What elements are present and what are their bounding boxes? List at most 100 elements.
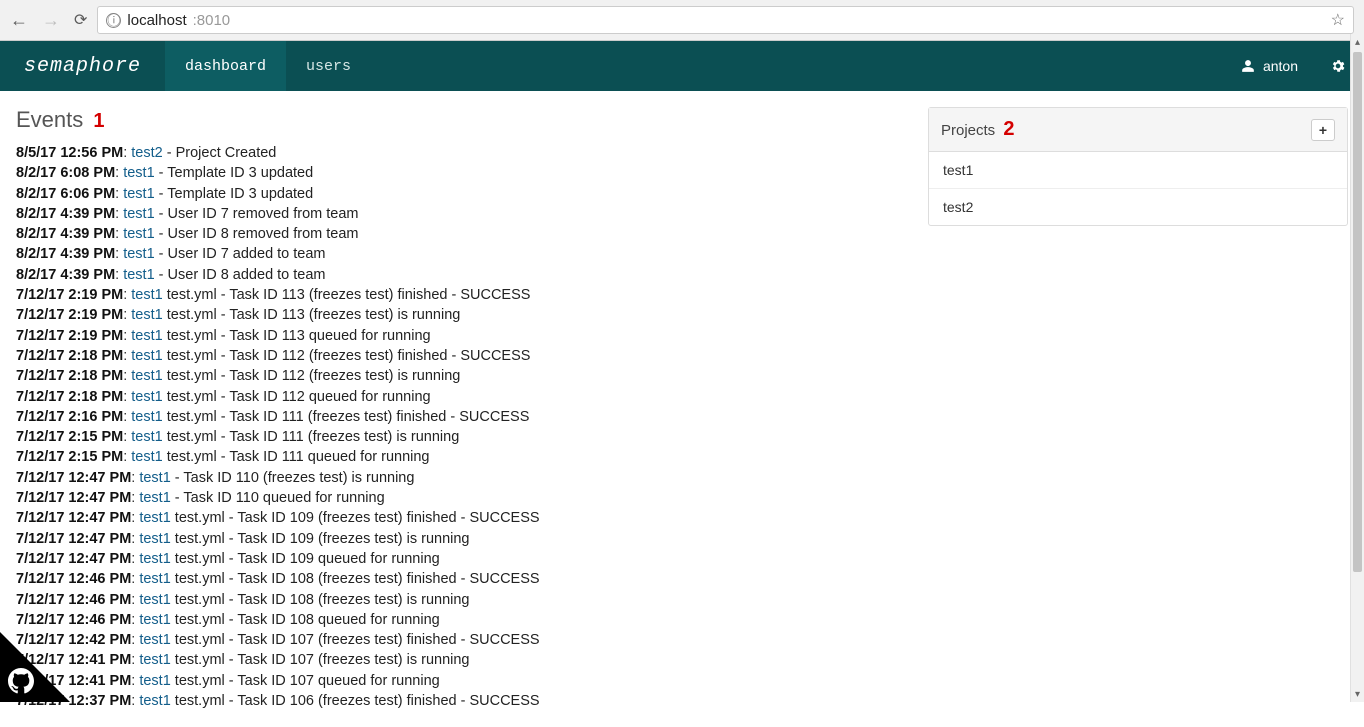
event-project-link[interactable]: test1: [131, 328, 162, 344]
scrollbar-thumb[interactable]: [1353, 52, 1362, 572]
event-project-link[interactable]: test2: [131, 145, 162, 161]
brand-text: semaphore: [24, 55, 141, 78]
add-project-button[interactable]: +: [1311, 119, 1335, 141]
event-project-link[interactable]: test1: [139, 531, 170, 547]
projects-panel-title: Projects 2: [941, 118, 1014, 141]
event-description: - Task ID 110 (freezes test) is running: [171, 470, 415, 486]
event-row: 7/12/17 12:47 PM: test1 test.yml - Task …: [16, 529, 908, 549]
event-timestamp: 7/12/17 2:18 PM: [16, 389, 123, 405]
annotation-1: 1: [93, 110, 104, 132]
event-timestamp: 8/2/17 4:39 PM: [16, 267, 115, 283]
nav-users[interactable]: users: [286, 41, 371, 91]
event-project-link[interactable]: test1: [139, 551, 170, 567]
vertical-scrollbar[interactable]: ▴ ▾: [1350, 34, 1364, 702]
bookmark-star-icon[interactable]: ☆: [1331, 10, 1345, 30]
event-description: - User ID 8 added to team: [155, 267, 326, 283]
events-list: 8/5/17 12:56 PM: test2 - Project Created…: [16, 143, 908, 711]
event-timestamp: 7/12/17 12:46 PM: [16, 612, 131, 628]
event-timestamp: 7/12/17 12:47 PM: [16, 551, 131, 567]
event-row: 7/12/17 12:41 PM: test1 test.yml - Task …: [16, 671, 908, 691]
event-row: 8/5/17 12:56 PM: test2 - Project Created: [16, 143, 908, 163]
event-timestamp: 7/12/17 12:46 PM: [16, 571, 131, 587]
event-project-link[interactable]: test1: [139, 652, 170, 668]
scroll-up-arrow[interactable]: ▴: [1351, 34, 1364, 50]
event-timestamp: 7/12/17 2:18 PM: [16, 348, 123, 364]
event-description: test.yml - Task ID 107 (freezes test) is…: [171, 652, 470, 668]
event-row: 7/12/17 2:18 PM: test1 test.yml - Task I…: [16, 346, 908, 366]
event-project-link[interactable]: test1: [139, 693, 170, 709]
event-project-link[interactable]: test1: [131, 449, 162, 465]
reload-button[interactable]: ⟳: [74, 10, 87, 30]
event-project-link[interactable]: test1: [139, 632, 170, 648]
project-item[interactable]: test1: [929, 152, 1347, 189]
user-icon: [1241, 59, 1255, 73]
event-row: 7/12/17 12:37 PM: test1 test.yml - Task …: [16, 691, 908, 711]
event-project-link[interactable]: test1: [131, 287, 162, 303]
event-row: 8/2/17 6:08 PM: test1 - Template ID 3 up…: [16, 163, 908, 183]
event-project-link[interactable]: test1: [139, 490, 170, 506]
event-timestamp: 7/12/17 12:47 PM: [16, 490, 131, 506]
event-description: test.yml - Task ID 107 queued for runnin…: [171, 673, 440, 689]
event-row: 8/2/17 4:39 PM: test1 - User ID 7 added …: [16, 244, 908, 264]
event-row: 7/12/17 2:16 PM: test1 test.yml - Task I…: [16, 407, 908, 427]
event-row: 7/12/17 12:41 PM: test1 test.yml - Task …: [16, 650, 908, 670]
nav-dashboard[interactable]: dashboard: [165, 41, 286, 91]
event-timestamp: 7/12/17 12:47 PM: [16, 510, 131, 526]
event-project-link[interactable]: test1: [139, 673, 170, 689]
event-description: test.yml - Task ID 111 queued for runnin…: [163, 449, 430, 465]
event-timestamp: 7/12/17 2:19 PM: [16, 307, 123, 323]
event-project-link[interactable]: test1: [139, 612, 170, 628]
event-row: 8/2/17 4:39 PM: test1 - User ID 7 remove…: [16, 204, 908, 224]
event-timestamp: 7/12/17 2:19 PM: [16, 287, 123, 303]
event-row: 7/12/17 2:19 PM: test1 test.yml - Task I…: [16, 326, 908, 346]
event-description: test.yml - Task ID 113 queued for runnin…: [163, 328, 431, 344]
event-row: 7/12/17 2:18 PM: test1 test.yml - Task I…: [16, 366, 908, 386]
user-menu[interactable]: anton: [1227, 41, 1312, 91]
event-row: 7/12/17 12:42 PM: test1 test.yml - Task …: [16, 630, 908, 650]
event-description: test.yml - Task ID 109 (freezes test) is…: [171, 531, 470, 547]
event-project-link[interactable]: test1: [139, 571, 170, 587]
brand-logo[interactable]: semaphore: [0, 41, 165, 91]
event-project-link[interactable]: test1: [139, 470, 170, 486]
event-project-link[interactable]: test1: [131, 429, 162, 445]
address-bar[interactable]: ⓘ localhost:8010 ☆: [97, 6, 1354, 34]
event-description: test.yml - Task ID 111 (freezes test) is…: [163, 429, 460, 445]
events-title-text: Events: [16, 107, 83, 132]
event-project-link[interactable]: test1: [131, 307, 162, 323]
event-description: test.yml - Task ID 111 (freezes test) fi…: [163, 409, 530, 425]
event-description: test.yml - Task ID 112 queued for runnin…: [163, 389, 431, 405]
event-description: test.yml - Task ID 107 (freezes test) fi…: [171, 632, 540, 648]
event-row: 7/12/17 12:46 PM: test1 test.yml - Task …: [16, 590, 908, 610]
event-project-link[interactable]: test1: [131, 348, 162, 364]
project-item[interactable]: test2: [929, 189, 1347, 225]
event-timestamp: 8/2/17 6:08 PM: [16, 165, 115, 181]
event-row: 7/12/17 2:19 PM: test1 test.yml - Task I…: [16, 285, 908, 305]
event-row: 7/12/17 12:46 PM: test1 test.yml - Task …: [16, 610, 908, 630]
scroll-down-arrow[interactable]: ▾: [1351, 686, 1364, 702]
event-project-link[interactable]: test1: [123, 186, 154, 202]
event-project-link[interactable]: test1: [131, 389, 162, 405]
event-project-link[interactable]: test1: [139, 592, 170, 608]
event-description: - User ID 7 added to team: [155, 246, 326, 262]
event-description: test.yml - Task ID 106 (freezes test) fi…: [171, 693, 540, 709]
event-timestamp: 7/12/17 2:19 PM: [16, 328, 123, 344]
forward-button[interactable]: →: [42, 10, 60, 31]
event-project-link[interactable]: test1: [123, 226, 154, 242]
event-project-link[interactable]: test1: [131, 409, 162, 425]
event-project-link[interactable]: test1: [123, 267, 154, 283]
event-row: 7/12/17 12:47 PM: test1 - Task ID 110 (f…: [16, 468, 908, 488]
event-project-link[interactable]: test1: [123, 165, 154, 181]
back-button[interactable]: ←: [10, 10, 28, 31]
site-info-icon[interactable]: ⓘ: [106, 13, 121, 28]
event-description: - Project Created: [163, 145, 277, 161]
event-project-link[interactable]: test1: [139, 510, 170, 526]
event-project-link[interactable]: test1: [131, 368, 162, 384]
event-row: 7/12/17 2:15 PM: test1 test.yml - Task I…: [16, 447, 908, 467]
event-project-link[interactable]: test1: [123, 206, 154, 222]
event-timestamp: 7/12/17 2:18 PM: [16, 368, 123, 384]
event-project-link[interactable]: test1: [123, 246, 154, 262]
event-timestamp: 7/12/17 2:16 PM: [16, 409, 123, 425]
event-timestamp: 7/12/17 2:15 PM: [16, 449, 123, 465]
github-icon: [8, 668, 34, 694]
event-description: test.yml - Task ID 112 (freezes test) fi…: [163, 348, 531, 364]
